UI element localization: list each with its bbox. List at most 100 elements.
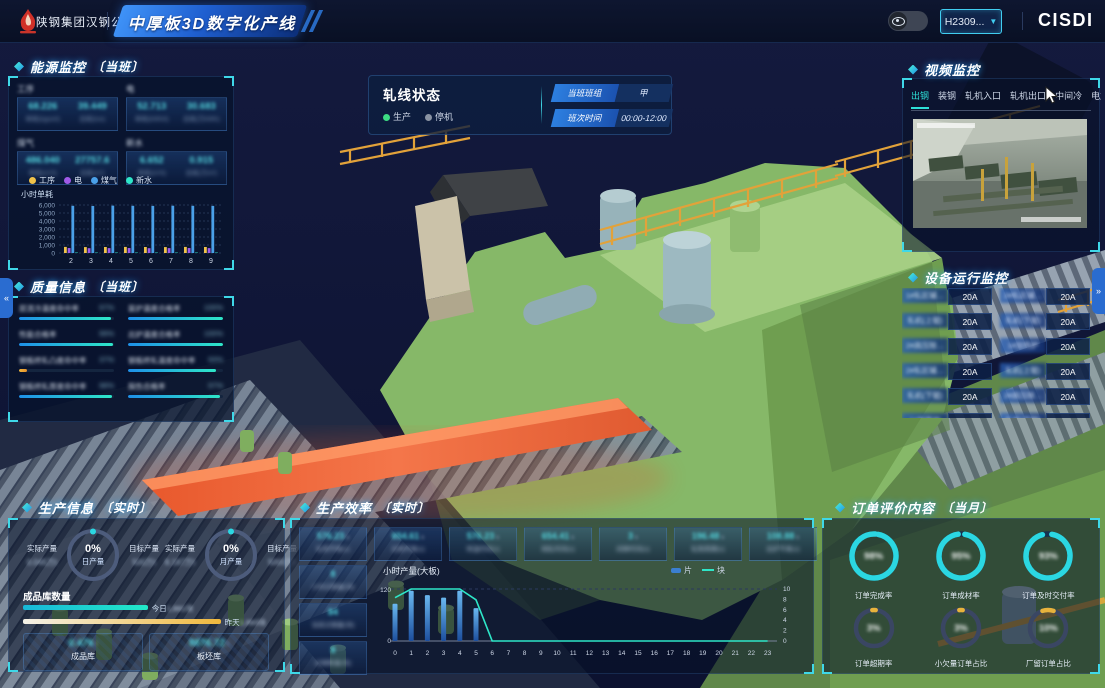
quality-label: 钢板终轧温度命中率 — [128, 355, 196, 366]
divider — [541, 86, 542, 124]
order-donut-小欠量订单占比: 3%小欠量订单占比 — [935, 605, 988, 669]
efficiency-label: 出钢节奏(s) — [375, 543, 441, 553]
svg-text:9: 9 — [209, 258, 213, 265]
visibility-toggle[interactable] — [888, 11, 928, 31]
svg-text:0: 0 — [51, 251, 55, 258]
energy-value: 30.683 — [177, 101, 227, 112]
equipment-row: 1#加热炉20A轧机(下辊)20A — [902, 413, 1102, 418]
corner-bracket — [822, 664, 832, 674]
svg-text:5: 5 — [129, 258, 133, 265]
energy-unit: 单耗(kWh/t) — [127, 113, 177, 123]
header-bar: 陕钢集团汉钢公司 中厚板3D数字化产线 H2309... ▼ CISDI — [0, 0, 1105, 43]
equipment-label: 轧机(上辊) — [1000, 363, 1046, 378]
quality-bar-track — [19, 343, 114, 346]
right-collapse-tab[interactable]: » — [1092, 268, 1105, 314]
quality-percent: 97% — [99, 303, 114, 314]
card-unit: t — [225, 641, 229, 648]
gauge-name: 月产量 — [220, 556, 243, 567]
hourly-output-chart: 1200108642001234567891011121314151617181… — [377, 577, 807, 669]
legend-item[interactable]: 煤气 — [91, 175, 117, 186]
diamond-icon — [14, 62, 24, 72]
order-select-dropdown[interactable]: H2309... ▼ — [940, 9, 1002, 34]
stock-bar-value: 1,893块 — [240, 618, 266, 627]
orders-panel: 98%订单完成率95%订单成材率93%订单及时交付率3%订单超期率3%小欠量订单… — [822, 518, 1100, 674]
equipment-value: 20A — [948, 288, 992, 305]
energy-unit: 总耗(tce) — [68, 113, 118, 123]
svg-text:0: 0 — [387, 638, 391, 645]
efficiency-label: 轧制周期(s) — [675, 543, 741, 553]
efficiency-card: 576.23 s待温时间(s) — [449, 527, 517, 561]
stock-bar-label: 今日1,881块 — [152, 603, 193, 614]
efficiency-chart-legend: 片块 — [671, 565, 725, 576]
energy-unit: 总耗(万kWh) — [177, 113, 227, 123]
svg-text:1,000: 1,000 — [39, 243, 56, 250]
svg-text:19: 19 — [699, 650, 707, 657]
video-tab-bar: 出钢装钢轧机入口轧机出口中间冷电加热 — [903, 79, 1101, 109]
production-title-text: 生产信息 — [38, 498, 94, 517]
video-tab-轧机入口[interactable]: 轧机入口 — [965, 89, 1001, 109]
quality-label: 层流冷温度命中率 — [19, 303, 79, 314]
efficiency-value: 3 s — [600, 531, 666, 541]
equipment-label: 1#加热炉 — [1000, 338, 1046, 353]
efficiency-value: 84 — [300, 607, 366, 617]
svg-text:4: 4 — [458, 650, 462, 657]
energy-value: 52.713 — [127, 101, 177, 112]
legend-item[interactable]: 新水 — [126, 175, 152, 186]
legend-dot — [126, 177, 133, 184]
gauge-left-text: 实际产量0.045万t — [19, 543, 65, 568]
efficiency-value: 8 — [300, 569, 366, 579]
video-tab-中间冷[interactable]: 中间冷 — [1055, 89, 1082, 109]
status-legend-item[interactable]: 停机 — [425, 110, 453, 123]
mouse-cursor — [1045, 86, 1058, 105]
cisdi-logo: CISDI — [1038, 10, 1094, 31]
quality-bar-track — [128, 369, 223, 372]
efficiency-card: 654.41 s纯轧时间(s) — [524, 527, 592, 561]
chart-legend-item[interactable]: 块 — [702, 565, 725, 576]
equipment-row: 2#高压除…20A1#加热炉20A — [902, 338, 1102, 355]
video-panel-title: 视频监控 — [908, 60, 980, 79]
left-collapse-tab[interactable]: « — [0, 278, 13, 318]
donut-percent: 93% — [1021, 529, 1075, 583]
efficiency-panel: 576.23 s轧制节奏(s)654.61 s出钢节奏(s)576.23 s待温… — [290, 518, 814, 674]
shift-team-badge: 当班班组 甲 — [551, 84, 673, 102]
equipment-value: 20A — [948, 363, 992, 380]
stock-title: 成品库数量 — [23, 589, 71, 603]
bar-legend-icon — [671, 568, 681, 573]
svg-text:4: 4 — [109, 258, 113, 265]
svg-text:14: 14 — [618, 650, 626, 657]
efficiency-card: 108.88 s出炉节奏(s) — [749, 527, 817, 561]
svg-text:3: 3 — [442, 650, 446, 657]
video-tab-装钢[interactable]: 装钢 — [938, 89, 956, 109]
equipment-pair: 2#高压除…20A — [902, 338, 992, 355]
energy-value-cell: 68.226单耗(kgce/t) — [18, 98, 68, 130]
production-panel-title: 生产信息 〔实时〕 — [22, 498, 152, 517]
energy-value-cell: 0.915总耗(万m³) — [177, 152, 227, 184]
equipment-pair: 轧机(上辊)20A — [1000, 363, 1090, 380]
energy-value: 486.040 — [18, 155, 68, 166]
quality-label-row: 钢板终轧厚度命中率98% — [19, 381, 114, 392]
quality-item: 钢板终轧厚度命中率98% — [19, 381, 114, 398]
equipment-pair: 2#轧区辅…20A — [902, 363, 992, 380]
status-legend-item[interactable]: 生产 — [383, 110, 411, 123]
quality-label-row: 层流冷温度命中率 97% — [19, 303, 114, 314]
energy-chart-legend: 工序电煤气新水 — [29, 175, 152, 186]
quality-bar-fill — [128, 343, 223, 346]
efficiency-subtitle: 〔实时〕 — [378, 499, 430, 516]
equipment-label: 轧机(下辊) — [1000, 413, 1046, 418]
video-tab-电加热[interactable]: 电加热 — [1091, 89, 1101, 109]
video-tab-出钢[interactable]: 出钢 — [911, 89, 929, 109]
energy-groups: 工序68.226单耗(kgce/t)39.449总耗(tce)电52.713单耗… — [17, 83, 227, 185]
equipment-list[interactable]: 1#轧区辅…20A2#轧区辅…20A轧机(上辊)20A轧机(下辊)20A2#高压… — [902, 288, 1102, 418]
gauge-ring: 0%日产量 — [65, 527, 121, 583]
corner-bracket — [224, 412, 234, 422]
order-donut-厂留订单占比: 10%厂留订单占比 — [1025, 605, 1071, 669]
legend-item[interactable]: 工序 — [29, 175, 55, 186]
svg-text:2: 2 — [69, 258, 73, 265]
legend-item[interactable]: 电 — [64, 175, 82, 186]
video-tab-轧机出口[interactable]: 轧机出口 — [1010, 89, 1046, 109]
order-donut-订单成材率: 95%订单成材率 — [934, 529, 988, 601]
efficiency-label: 出炉节奏(s) — [750, 543, 816, 553]
stock-bar-昨天 — [23, 619, 221, 624]
quality-bar-fill — [128, 395, 220, 398]
chart-legend-item[interactable]: 片 — [671, 565, 692, 576]
